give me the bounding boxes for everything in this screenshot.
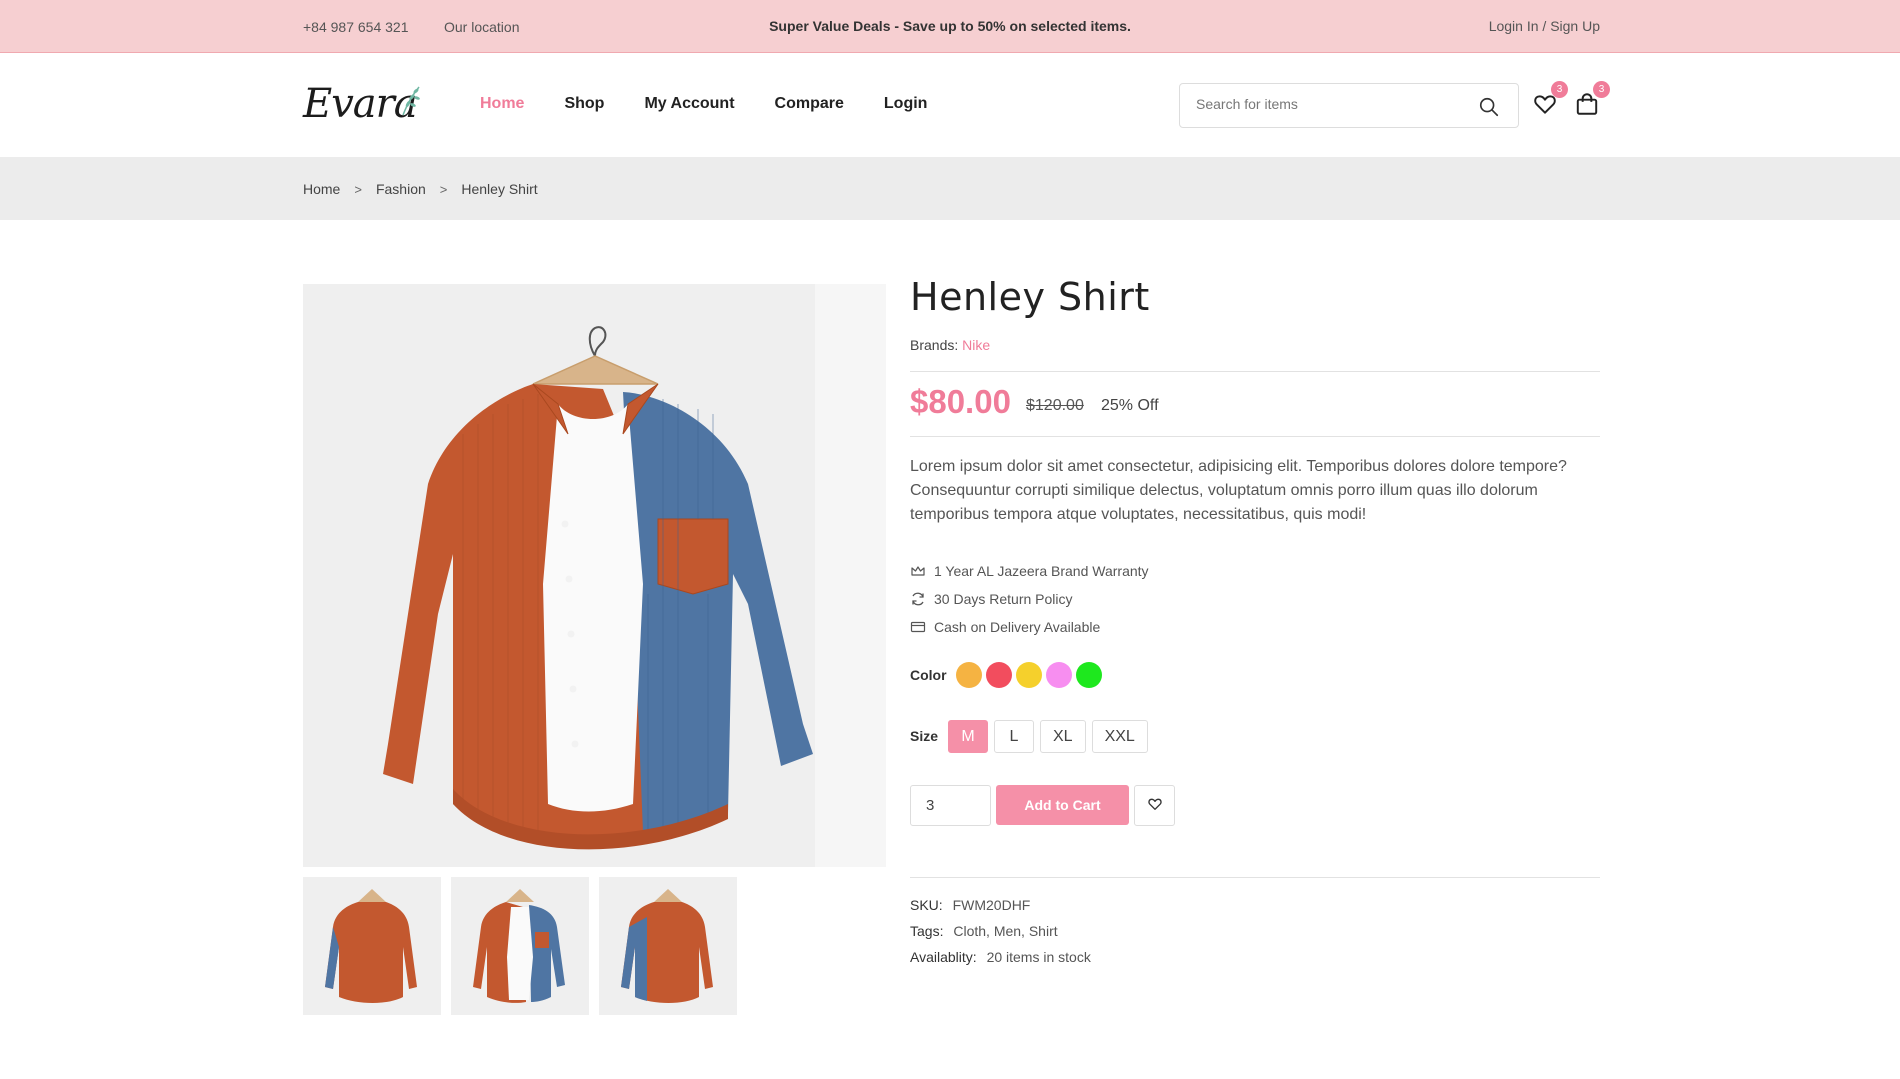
- color-label: Color: [910, 667, 947, 683]
- search-icon[interactable]: [1478, 96, 1500, 118]
- leaf-icon: [402, 86, 420, 116]
- add-to-cart-button[interactable]: Add to Cart: [996, 785, 1129, 825]
- size-option-l[interactable]: L: [994, 720, 1034, 753]
- nav-shop[interactable]: Shop: [564, 95, 604, 113]
- site-header: Evara Home Shop My Account Compare Login…: [0, 53, 1900, 157]
- breadcrumb-separator-icon: >: [439, 181, 448, 197]
- feature-text: 1 Year AL Jazeera Brand Warranty: [934, 563, 1149, 579]
- color-swatch-yellow[interactable]: [1016, 662, 1042, 688]
- feature-item: 30 Days Return Policy: [910, 585, 1149, 613]
- breadcrumb-current: Henley Shirt: [461, 181, 538, 197]
- tags-label: Tags:: [910, 923, 944, 939]
- login-signup-link[interactable]: Login In / Sign Up: [1489, 18, 1600, 34]
- discount-label: 25% Off: [1101, 397, 1159, 414]
- site-logo[interactable]: Evara: [303, 81, 433, 131]
- color-swatch-red[interactable]: [986, 662, 1012, 688]
- nav-my-account[interactable]: My Account: [644, 95, 734, 113]
- color-swatches: [956, 662, 1106, 688]
- availability-label: Availablity:: [910, 949, 977, 965]
- shirt-back-thumbnail-image: [303, 877, 441, 1015]
- wishlist-count-badge: 3: [1551, 81, 1568, 98]
- breadcrumb-fashion[interactable]: Fashion: [376, 181, 426, 197]
- size-option-m[interactable]: M: [948, 720, 988, 753]
- product-features: 1 Year AL Jazeera Brand Warranty 30 Days…: [910, 557, 1149, 641]
- deals-banner: Super Value Deals - Save up to 50% on se…: [769, 18, 1131, 34]
- product-description: Lorem ipsum dolor sit amet consectetur, …: [910, 458, 1567, 523]
- shirt-back-alt-thumbnail-image: [599, 877, 737, 1015]
- nav-home[interactable]: Home: [480, 95, 524, 113]
- product-price: $80.00: [910, 383, 1011, 420]
- size-options: M L XL XXL: [948, 720, 1154, 753]
- color-swatch-orange[interactable]: [956, 662, 982, 688]
- feature-text: Cash on Delivery Available: [934, 619, 1101, 635]
- cart-button[interactable]: 3: [1574, 81, 1610, 117]
- wishlist-button[interactable]: 3: [1532, 81, 1568, 117]
- nav-compare[interactable]: Compare: [775, 95, 844, 113]
- feature-item: 1 Year AL Jazeera Brand Warranty: [910, 557, 1149, 585]
- sku-value: FWM20DHF: [952, 897, 1031, 913]
- sku-label: SKU:: [910, 897, 943, 913]
- tags-value[interactable]: Cloth, Men, Shirt: [953, 923, 1057, 939]
- tags-row: Tags: Cloth, Men, Shirt: [910, 918, 1091, 944]
- divider: [910, 436, 1600, 437]
- color-swatch-pink[interactable]: [1046, 662, 1072, 688]
- nav-login[interactable]: Login: [884, 95, 928, 113]
- size-label: Size: [910, 728, 939, 744]
- divider: [910, 877, 1600, 878]
- product-main-image[interactable]: [303, 284, 886, 867]
- heart-icon: [1147, 798, 1162, 810]
- breadcrumb-home[interactable]: Home: [303, 181, 340, 197]
- add-to-wishlist-button[interactable]: [1134, 785, 1175, 826]
- divider: [910, 371, 1600, 372]
- refresh-icon: [912, 592, 924, 606]
- brand-link[interactable]: Nike: [962, 337, 990, 353]
- color-swatch-green[interactable]: [1076, 662, 1102, 688]
- top-bar: +84 987 654 321 Our location Super Value…: [0, 0, 1900, 53]
- shirt-illustration: [303, 284, 886, 867]
- product-meta: SKU: FWM20DHF Tags: Cloth, Men, Shirt Av…: [910, 892, 1091, 970]
- sku-row: SKU: FWM20DHF: [910, 892, 1091, 918]
- cart-count-badge: 3: [1593, 81, 1610, 98]
- search-box: [1179, 83, 1519, 128]
- product-thumbnail[interactable]: [451, 877, 589, 1015]
- credit-card-icon: [910, 621, 926, 633]
- availability-row: Availablity: 20 items in stock: [910, 944, 1091, 970]
- availability-value: 20 items in stock: [986, 949, 1091, 965]
- breadcrumb: Home > Fashion > Henley Shirt: [0, 157, 1900, 220]
- feature-item: Cash on Delivery Available: [910, 613, 1149, 641]
- product-thumbnail[interactable]: [599, 877, 737, 1015]
- quantity-input[interactable]: [910, 785, 991, 826]
- product-thumbnail[interactable]: [303, 877, 441, 1015]
- product-title: Henley Shirt: [910, 275, 1150, 319]
- feature-text: 30 Days Return Policy: [934, 591, 1073, 607]
- breadcrumb-separator-icon: >: [354, 181, 362, 197]
- size-option-xl[interactable]: XL: [1040, 720, 1086, 753]
- shirt-front-thumbnail-image: [451, 877, 589, 1015]
- main-nav: Home Shop My Account Compare Login: [480, 95, 967, 113]
- product-brand: Brands: Nike: [910, 337, 990, 353]
- search-input[interactable]: [1196, 96, 1466, 112]
- product-old-price: $120.00: [1026, 397, 1084, 414]
- size-option-xxl[interactable]: XXL: [1091, 720, 1148, 753]
- crown-icon: [911, 566, 925, 576]
- brand-label: Brands:: [910, 337, 959, 353]
